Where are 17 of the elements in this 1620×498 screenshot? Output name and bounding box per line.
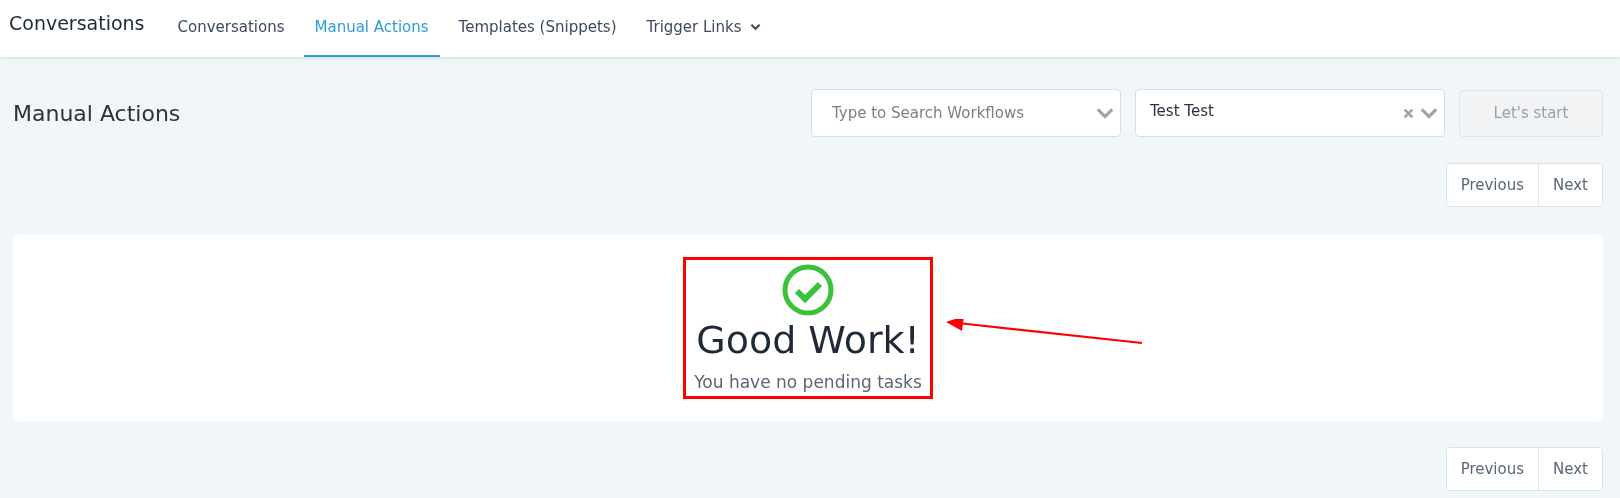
page-title: Manual Actions bbox=[13, 100, 181, 126]
chevron-down-icon bbox=[1420, 107, 1438, 119]
check-circle-icon bbox=[782, 264, 834, 316]
clear-icon[interactable] bbox=[1403, 107, 1414, 119]
nav-tab[interactable]: Conversations bbox=[166, 2, 296, 57]
chevron-down-icon bbox=[1096, 107, 1114, 119]
user-select-field[interactable]: Test Test bbox=[1135, 89, 1445, 137]
pagination-button[interactable]: Next bbox=[1538, 164, 1602, 206]
nav-tab[interactable]: Templates (Snippets) bbox=[447, 2, 628, 57]
workflow-select[interactable]: Type to Search Workflows bbox=[811, 89, 1121, 137]
nav-tab[interactable]: Trigger Links bbox=[635, 2, 772, 57]
nav-tab[interactable]: Manual Actions bbox=[303, 2, 440, 57]
empty-state-title: Good Work! bbox=[696, 318, 920, 362]
app-title: Conversations bbox=[8, 11, 146, 36]
empty-state-message: You have no pending tasks bbox=[694, 372, 922, 392]
workflow-search-field[interactable]: Type to Search Workflows bbox=[826, 104, 1090, 122]
pagination-button[interactable]: Next bbox=[1538, 448, 1602, 490]
